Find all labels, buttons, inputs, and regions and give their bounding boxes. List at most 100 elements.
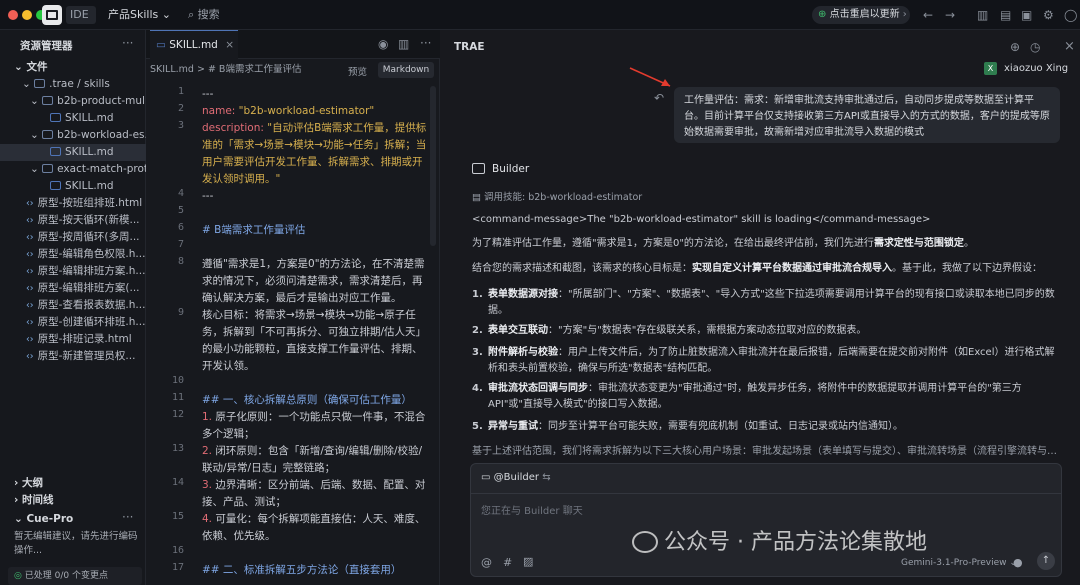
split-editor-icon[interactable]: ▥ [398,37,409,51]
list-heading: 审批流状态回调与同步 [488,383,588,394]
folder-exact-match-prot[interactable]: ⌄ exact-match-prot... [0,161,146,178]
list-item: 5. 异常与重试：同步至计算平台可能失败，需要有兜底机制（如重试、日志记录或站内信… [472,419,1064,435]
account-icon[interactable]: ◯ [1064,7,1077,23]
line-number: 7 [177,239,184,250]
timeline-section-header[interactable]: › 时间线 [0,492,146,509]
code-line[interactable]: 3. 边界清晰：区分前端、后端、数据、配置、对接、产品、测试； [202,477,428,511]
code-line[interactable]: 核心目标：将需求→场景→模块→功能→原子任务，拆解到「不可再拆分、可独立排期/估… [202,307,428,375]
minimize-window-button[interactable] [22,10,32,20]
list-text: ：用户上传文件后，为了防止脏数据流入审批流并在最后报错，后端需要在提交前对附件（… [488,347,1055,374]
builder-agent-tag[interactable]: ▭ @Builder ⇆ [481,472,551,483]
file-html[interactable]: ‹› 原型-排班记录.html [0,331,146,348]
search-icon: ⌕ [188,8,195,21]
chat-input-box[interactable]: ▭ @Builder ⇆ 您正在与 Builder 聊天 @ # ▨ Gemin… [470,463,1062,577]
settings-gear-icon[interactable]: ⚙ [1043,7,1054,23]
code-line[interactable]: --- [202,86,428,103]
line-number: 13 [171,443,184,454]
files-section-header[interactable]: ⌄ 文件 [0,59,146,76]
back-arrow-icon[interactable]: ← [923,7,933,23]
new-chat-icon[interactable]: ⊕ [1010,40,1020,54]
search-box[interactable]: ⌕ 搜索 [188,6,268,24]
list-text: 边界清晰：区分前端、后端、数据、配置、对接、产品、测试； [202,479,426,508]
outline-section-header[interactable]: › 大纲 [0,475,146,492]
folder-b2b-workload-es[interactable]: ⌄ b2b-workload-es... [0,127,146,144]
editor-more-icon[interactable]: ··· [420,36,431,50]
file-skill-md-2-selected[interactable]: SKILL.md [0,144,146,161]
folder-b2b-product-mul[interactable]: ⌄ b2b-product-mul... [0,93,146,110]
file-html[interactable]: ‹› 原型-编辑角色权限.h... [0,246,146,263]
code-line[interactable]: 1. 原子化原则：一个功能点只做一件事，不混合多个逻辑； [202,409,428,443]
open-preview-icon[interactable]: ◉ [378,37,388,51]
changes-status: ◎ 已处理 0/0 个变更点 [8,567,142,585]
html-file-icon: ‹› [26,351,34,362]
close-tab-icon[interactable]: × [225,39,234,51]
toggle-sidebar-icon[interactable]: ▥ [977,7,988,23]
close-window-button[interactable] [8,10,18,20]
list-number: 3. [202,479,213,491]
line-number: 14 [171,477,184,488]
yaml-key: description: [202,122,264,134]
code-line[interactable]: 4. 可量化：每个拆解项能直接估：人天、难度、依赖、优先级。 [202,511,428,545]
list-number: 4. [472,383,483,394]
model-selector[interactable]: Gemini-3.1-Pro-Preview ⌄ [901,558,1017,568]
skill-call-line[interactable]: ▤ 调用技能: b2b-workload-estimator [472,189,642,203]
hashtag-icon[interactable]: # [503,556,512,569]
file-html[interactable]: ‹› 原型-新建管理员权... [0,348,146,365]
chat-panel: TRAE ⊕ ◷ × X xiaozuo Xing ↶ 工作量评估：需求：新增审… [440,30,1080,585]
annotation-arrow-icon [629,67,671,87]
line-number: 8 [177,256,184,267]
forward-arrow-icon[interactable]: → [945,7,955,23]
image-upload-icon[interactable]: ▨ [523,555,533,568]
toggle-chat-icon[interactable]: ▣ [1021,7,1032,23]
code-line[interactable]: 遵循"需求是1，方案是0"的方法论，在不清楚需求的情况下，必须问清楚需求，需求清… [202,256,428,307]
update-label: 点击重启以更新 [829,9,900,20]
file-html[interactable]: ‹› 原型-按周循环(多周... [0,229,146,246]
editor-tab-skill-md[interactable]: ▭ SKILL.md × [150,30,238,59]
chevron-right-icon: › [14,494,19,506]
preview-button[interactable]: 预览 [348,64,367,78]
undo-icon[interactable]: ↶ [654,91,664,105]
code-line-heading[interactable]: # B端需求工作量评估 [202,222,428,239]
file-html[interactable]: ‹› 原型-编辑排班方案.h... [0,263,146,280]
search-placeholder: 搜索 [197,8,220,21]
code-line[interactable]: 2. 闭环原则：包含「新增/查询/编辑/删除/校验/联动/异常/日志」完整链路； [202,443,428,477]
toggle-panel-icon[interactable]: ▤ [1000,7,1011,23]
command-message: <command-message>The "b2b-workload-estim… [472,214,931,225]
markdown-mode-button[interactable]: Markdown [378,62,434,78]
history-icon[interactable]: ◷ [1030,40,1040,54]
editor-scrollbar[interactable] [430,86,436,246]
code-line[interactable]: description: "自动评估B端需求工作量，提供标准的「需求→场景→模块… [202,120,428,188]
close-chat-icon[interactable]: × [1064,39,1075,54]
tab-product-skills[interactable]: 产品Skills ⌄ [108,6,176,24]
file-html[interactable]: ‹› 原型-查看报表数据.h... [0,297,146,314]
file-html[interactable]: ‹› 原型-创建循环排班.h... [0,314,146,331]
more-icon[interactable]: ··· [122,36,133,50]
code-line-heading[interactable]: ## 一、核心拆解总原则（确保可估工作量） [202,392,428,409]
code-line[interactable]: name: "b2b-workload-estimator" [202,103,428,120]
cue-more-icon[interactable]: ··· [122,510,133,524]
file-html[interactable]: ‹› 原型-按天循环(新模... [0,212,146,229]
line-number: 15 [171,511,184,522]
mention-icon[interactable]: @ [481,556,492,569]
update-button[interactable]: ⊕ 点击重启以更新 › [812,6,910,24]
line-number: 12 [171,409,184,420]
code-line-heading[interactable]: ## 二、标准拆解五步方法论（直接套用） [202,562,428,579]
chat-input-placeholder[interactable]: 您正在与 Builder 聊天 [481,502,583,517]
tab-ide[interactable]: IDE [66,6,96,24]
html-file-icon: ‹› [26,334,34,345]
divider [471,493,1061,494]
file-label: 原型-编辑排班方案.h... [37,265,146,277]
code-line[interactable]: --- [202,188,428,205]
folder-trae-skills[interactable]: ⌄ .trae / skills [0,76,146,93]
list-number: 5. [472,421,483,432]
file-html[interactable]: ‹› 原型-编辑排班方案(... [0,280,146,297]
file-label: SKILL.md [65,146,114,158]
breadcrumb-path[interactable]: SKILL.md > # B端需求工作量评估 [150,64,301,75]
file-html[interactable]: ‹› 原型-按班组排班.html [0,195,146,212]
skill-call-text: 调用技能: b2b-workload-estimator [484,192,643,203]
file-skill-md-3[interactable]: SKILL.md [0,178,146,195]
html-file-icon: ‹› [26,232,34,243]
file-skill-md-1[interactable]: SKILL.md [0,110,146,127]
user-message-bubble: 工作量评估：需求：新增审批流支持审批通过后，自动同步提成等数据至计算平台。目前计… [674,87,1060,143]
list-item: 3. 附件解析与校验：用户上传文件后，为了防止脏数据流入审批流并在最后报错，后端需… [472,345,1064,377]
